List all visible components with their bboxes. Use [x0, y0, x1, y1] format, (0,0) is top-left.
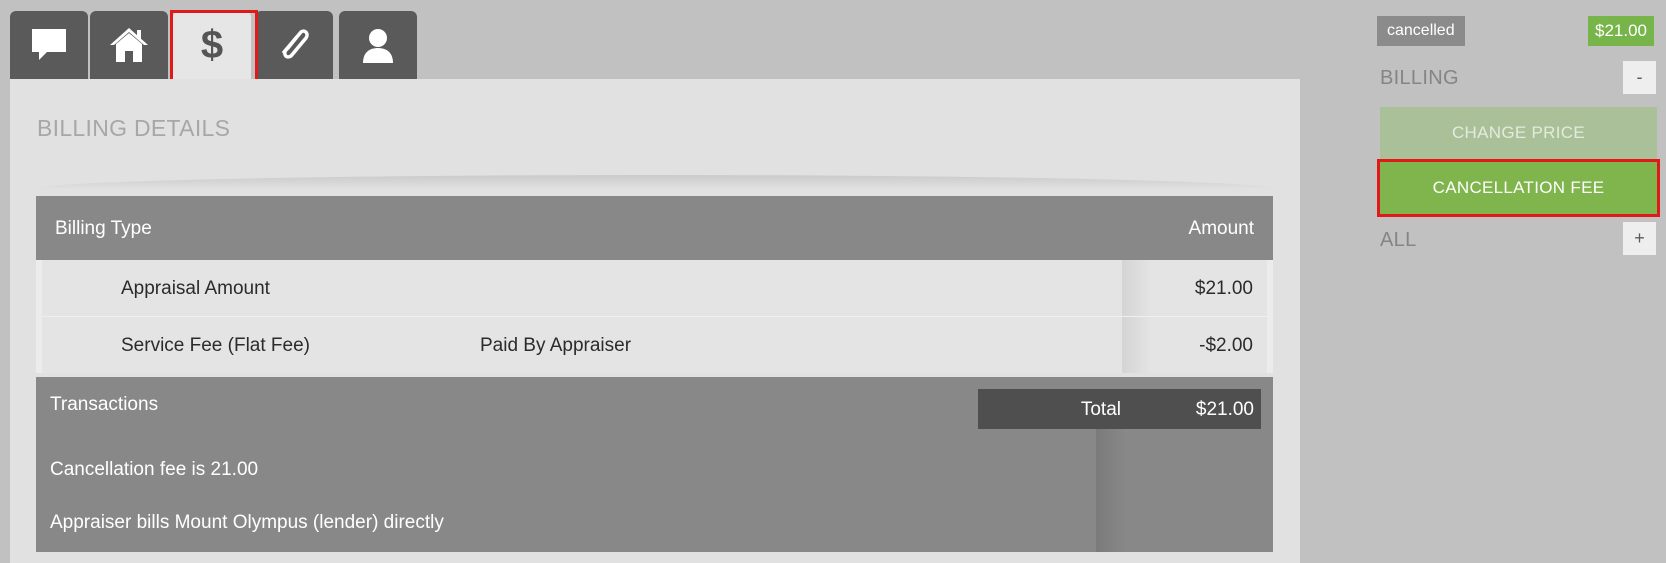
status-badge: cancelled	[1377, 16, 1465, 46]
billing-type-cell: Appraisal Amount	[121, 278, 270, 299]
billing-section-label: BILLING	[1380, 67, 1459, 89]
transactions-title: Transactions	[50, 394, 159, 415]
total-value: $21.00	[1195, 399, 1254, 420]
tab-messages[interactable]	[10, 11, 88, 79]
column-header-billing-type: Billing Type	[55, 218, 152, 239]
tab-home[interactable]	[90, 11, 168, 79]
all-section-label: ALL	[1380, 229, 1417, 251]
paperclip-icon	[274, 24, 314, 66]
total-box: Total $21.00	[978, 389, 1261, 429]
billing-type-cell: Service Fee (Flat Fee)	[121, 335, 310, 356]
chat-bubble-icon	[29, 26, 69, 64]
tab-contacts[interactable]	[339, 11, 417, 79]
transactions-section: Transactions Total $21.00 Cancellation f…	[36, 377, 1273, 552]
change-price-button[interactable]: CHANGE PRICE	[1380, 107, 1657, 159]
divider	[37, 175, 1273, 189]
billing-panel: BILLING DETAILS Billing Type Amount Appr…	[10, 79, 1300, 563]
tab-billing[interactable]: $	[173, 11, 251, 79]
tab-attachments[interactable]	[255, 11, 333, 79]
column-header-amount: Amount	[1188, 218, 1254, 239]
amount-cell: -$2.00	[1199, 335, 1253, 356]
billing-collapse-button[interactable]: -	[1623, 61, 1656, 94]
billing-rows: Appraisal Amount $21.00 Service Fee (Fla…	[36, 260, 1273, 373]
user-icon	[360, 25, 396, 65]
transaction-line: Cancellation fee is 21.00	[50, 459, 259, 480]
price-badge: $21.00	[1588, 16, 1654, 46]
cancellation-fee-button[interactable]: CANCELLATION FEE	[1380, 162, 1657, 214]
home-icon	[107, 25, 151, 65]
all-expand-button[interactable]: +	[1623, 222, 1656, 255]
page: $ BILLING DETAILS Billing Type Amount Ap…	[0, 0, 1666, 563]
table-row: Service Fee (Flat Fee) Paid By Appraiser…	[42, 316, 1267, 372]
amount-cell: $21.00	[1194, 278, 1253, 299]
dollar-icon: $	[200, 23, 224, 67]
billing-note-cell: Paid By Appraiser	[480, 335, 632, 356]
transaction-line: Appraiser bills Mount Olympus (lender) d…	[50, 512, 444, 533]
total-label: Total	[1080, 399, 1121, 420]
panel-title: BILLING DETAILS	[37, 115, 231, 141]
billing-table-header: Billing Type Amount	[36, 196, 1273, 260]
table-row: Appraisal Amount $21.00	[42, 260, 1267, 316]
